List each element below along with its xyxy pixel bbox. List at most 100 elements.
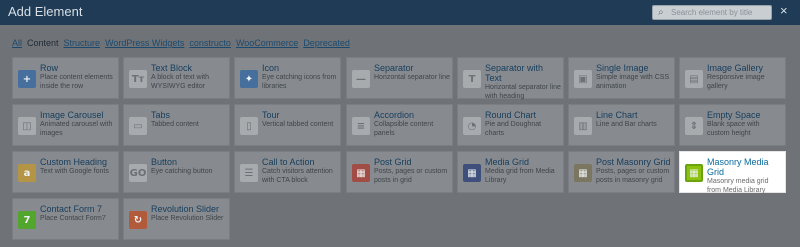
tab-wordpress-widgets[interactable]: WordPress Widgets xyxy=(105,38,184,48)
dialog-title: Add Element xyxy=(8,4,83,19)
element-card-empty-space[interactable]: ⇕ Empty Space Blank space with custom heig… xyxy=(679,104,786,146)
element-description: Pie and Doughnat charts xyxy=(485,121,542,137)
element-name: Separator with Text xyxy=(485,63,544,83)
element-card-line-chart[interactable]: ▥ Line Chart Line and Bar charts xyxy=(568,104,675,146)
element-card-tabs[interactable]: ▭ Tabs Tabbed content xyxy=(123,104,230,146)
search-icon: ⌕ xyxy=(658,7,664,18)
element-name: Masonry Media Grid xyxy=(707,157,769,177)
tab-deprecated[interactable]: Deprecated xyxy=(303,38,350,48)
element-name: Empty Space xyxy=(707,110,761,120)
cta-icon: ☰ xyxy=(240,164,258,182)
element-card-image-carousel[interactable]: ◫ Image Carousel Animated carousel with im… xyxy=(12,104,119,146)
element-card-separator[interactable]: — Separator Horizontal separator line xyxy=(346,57,453,99)
masonry-media-icon: ▦ xyxy=(685,164,703,182)
element-card-accordion[interactable]: ≡ Accordion Collapsible content panels xyxy=(346,104,453,146)
search-input[interactable]: ⌕ Search element by title xyxy=(652,5,772,20)
element-card-round-chart[interactable]: ◔ Round Chart Pie and Doughnat charts xyxy=(457,104,564,146)
element-card-separator-with-text[interactable]: T Separator with Text Horizontal separator… xyxy=(457,57,564,100)
dialog-header: Add Element ⌕ Search element by title × xyxy=(0,0,800,25)
element-card-icon[interactable]: ✦ Icon Eye catching icons from libraries xyxy=(234,57,341,99)
element-description: Posts, pages or custom posts in masonry … xyxy=(596,168,670,184)
element-description: Eye catching button xyxy=(151,168,213,175)
element-card-call-to-action[interactable]: ☰ Call to Action Catch visitors attention … xyxy=(234,151,341,193)
element-card-image-gallery[interactable]: ▤ Image Gallery Responsive image gallery xyxy=(679,57,786,99)
element-card-contact-form-7[interactable]: 7 Contact Form 7 Place Contact Form7 xyxy=(12,198,119,240)
element-card-revolution-slider[interactable]: ↻ Revolution Slider Place Revolution Slide… xyxy=(123,198,230,240)
element-name: Call to Action xyxy=(262,157,315,167)
heading-icon: a xyxy=(18,164,36,182)
element-name: Row xyxy=(40,63,59,73)
element-description: A block of text with WYSIWYG editor xyxy=(151,74,209,90)
element-name: Tabs xyxy=(151,110,171,120)
separator-icon: — xyxy=(352,70,370,88)
element-name: Icon xyxy=(262,63,280,73)
carousel-icon: ◫ xyxy=(18,117,36,135)
element-name: Image Carousel xyxy=(40,110,104,120)
element-name: Tour xyxy=(262,110,280,120)
star-icon: ✦ xyxy=(240,70,258,88)
element-name: Single Image xyxy=(596,63,649,73)
line-chart-icon: ▥ xyxy=(574,117,592,135)
element-card-row[interactable]: + Row Place content elements inside the ro… xyxy=(12,57,119,99)
grid-plus-icon: + xyxy=(18,70,36,88)
element-description: Horizontal separator line xyxy=(374,74,450,81)
element-description: Collapsible content panels xyxy=(374,121,434,137)
image-icon: ▣ xyxy=(574,70,592,88)
element-card-post-masonry-grid[interactable]: ▦ Post Masonry Grid Posts, pages or custom… xyxy=(568,151,675,193)
element-description: Blank space with custom height xyxy=(707,121,760,137)
element-name: Separator xyxy=(374,63,414,73)
element-description: Line and Bar charts xyxy=(596,121,657,128)
element-description: Animated carousel with images xyxy=(40,121,113,137)
accordion-icon: ≡ xyxy=(352,117,370,135)
element-description: Posts, pages or custom posts in grid xyxy=(374,168,448,184)
text-icon: Tт xyxy=(129,70,147,88)
masonry-post-icon: ▦ xyxy=(574,164,592,182)
element-name: Round Chart xyxy=(485,110,537,120)
element-card-single-image[interactable]: ▣ Single Image Simple image with CSS anima… xyxy=(568,57,675,99)
element-name: Text Block xyxy=(151,63,193,73)
button-icon: GO xyxy=(129,164,147,182)
tour-icon: ▯ xyxy=(240,117,258,135)
media-grid-icon: ▦ xyxy=(463,164,481,182)
round-chart-icon: ◔ xyxy=(463,117,481,135)
category-tabs: All Content Structure WordPress Widgets cons… xyxy=(12,38,355,48)
element-name: Post Masonry Grid xyxy=(596,157,671,167)
element-description: Place Contact Form7 xyxy=(40,215,106,222)
tab-structure[interactable]: Structure xyxy=(64,38,101,48)
element-description: Text with Google fonts xyxy=(40,168,109,175)
element-card-tour[interactable]: ▯ Tour Vertical tabbed content xyxy=(234,104,341,146)
element-name: Media Grid xyxy=(485,157,530,167)
revolution-slider-icon: ↻ xyxy=(129,211,147,229)
element-card-button[interactable]: GO Button Eye catching button xyxy=(123,151,230,193)
tabs-icon: ▭ xyxy=(129,117,147,135)
search-placeholder: Search element by title xyxy=(671,8,753,17)
element-name: Line Chart xyxy=(596,110,638,120)
element-name: Custom Heading xyxy=(40,157,108,167)
element-card-text-block[interactable]: Tт Text Block A block of text with WYSIWYG… xyxy=(123,57,230,99)
element-name: Post Grid xyxy=(374,157,412,167)
tab-all[interactable]: All xyxy=(12,38,22,48)
element-description: Vertical tabbed content xyxy=(262,121,334,128)
element-name: Accordion xyxy=(374,110,415,120)
element-description: Media grid from Media Library xyxy=(485,168,555,184)
gallery-icon: ▤ xyxy=(685,70,703,88)
tab-constructo[interactable]: constructo xyxy=(189,38,231,48)
element-description: Tabbed content xyxy=(151,121,199,128)
tab-content[interactable]: Content xyxy=(27,38,59,48)
element-description: Place content elements inside the row xyxy=(40,74,113,90)
tab-woocommerce[interactable]: WooCommerce xyxy=(236,38,298,48)
element-card-media-grid[interactable]: ▦ Media Grid Media grid from Media Library xyxy=(457,151,564,193)
close-icon[interactable]: × xyxy=(780,4,788,18)
element-description: Simple image with CSS animation xyxy=(596,74,670,90)
element-card-masonry-media-grid[interactable]: ▦ Masonry Media Grid Masonry media grid fr… xyxy=(679,151,786,194)
element-name: Revolution Slider xyxy=(151,204,220,214)
element-description: Catch visitors attention with CTA block xyxy=(262,168,333,184)
element-card-post-grid[interactable]: ▦ Post Grid Posts, pages or custom posts i… xyxy=(346,151,453,193)
post-grid-icon: ▦ xyxy=(352,164,370,182)
element-name: Image Gallery xyxy=(707,63,764,73)
element-name: Button xyxy=(151,157,178,167)
empty-space-icon: ⇕ xyxy=(685,117,703,135)
element-description: Eye catching icons from libraries xyxy=(262,74,337,90)
separator-text-icon: T xyxy=(463,70,481,88)
element-card-custom-heading[interactable]: a Custom Heading Text with Google fonts xyxy=(12,151,119,193)
